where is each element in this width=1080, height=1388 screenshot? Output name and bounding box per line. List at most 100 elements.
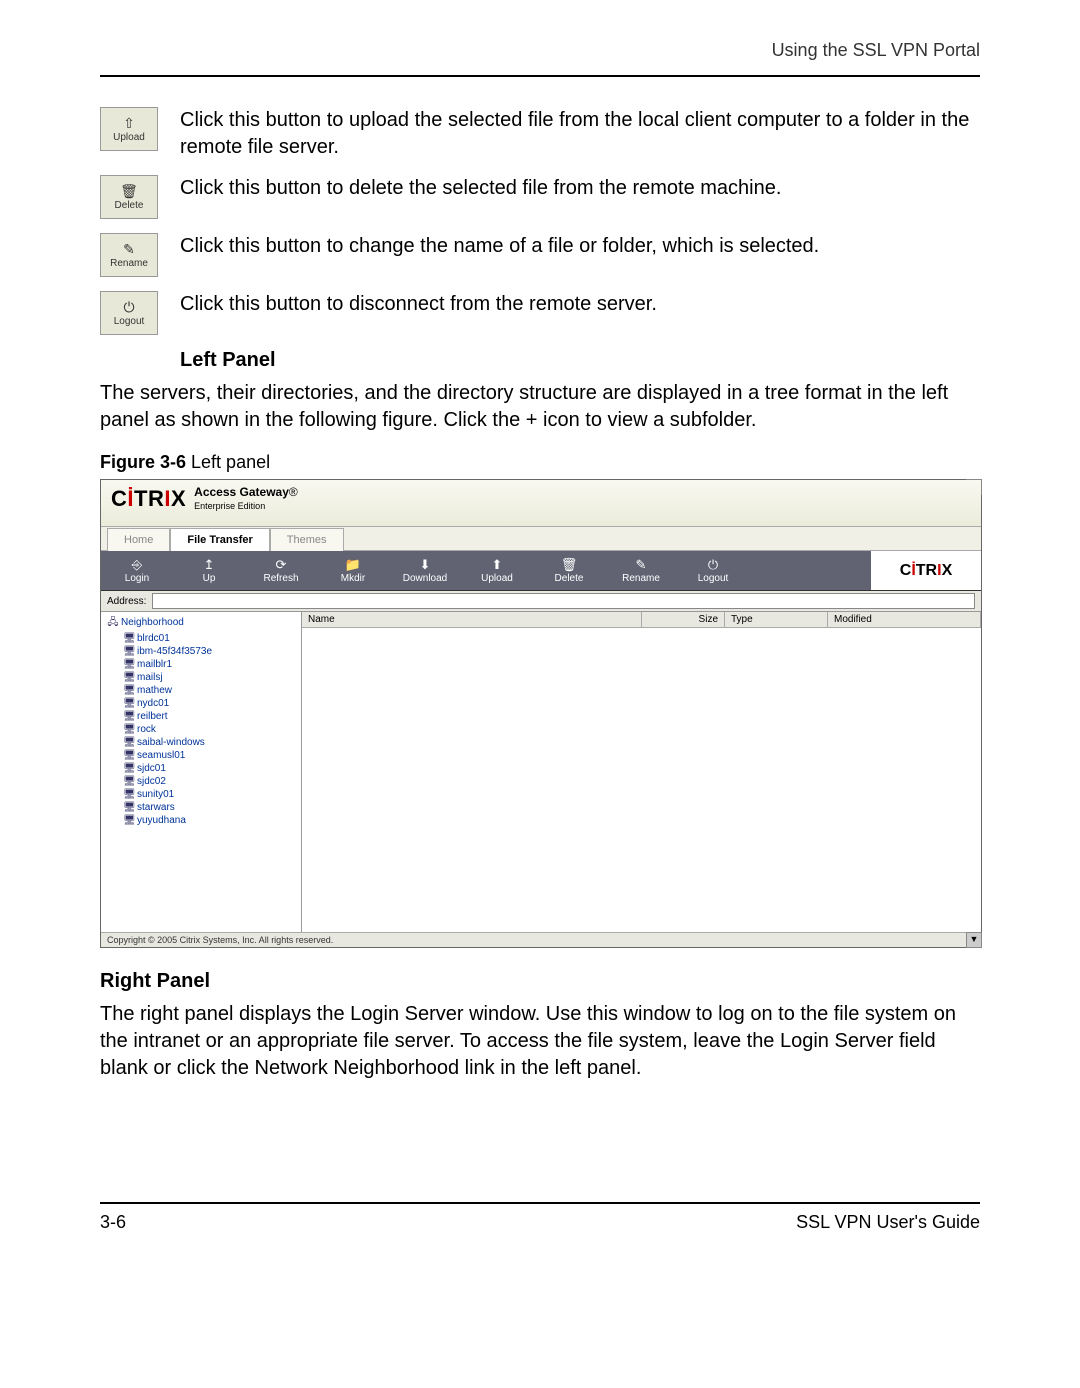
tree-item[interactable]: 🖥starwars bbox=[123, 801, 301, 814]
delete-icon: 🗑 bbox=[120, 184, 138, 198]
tree-item[interactable]: 🖥sjdc02 bbox=[123, 775, 301, 788]
address-input[interactable] bbox=[152, 593, 975, 609]
tree-item[interactable]: 🖥saibal-windows bbox=[123, 736, 301, 749]
scroll-down-icon[interactable]: ▼ bbox=[966, 932, 982, 948]
computer-icon: 🖥 bbox=[123, 659, 135, 670]
tree-item[interactable]: 🖥yuyudhana bbox=[123, 814, 301, 827]
up-button[interactable]: ↥Up bbox=[173, 551, 245, 590]
logout-desc: Click this button to disconnect from the… bbox=[180, 291, 980, 318]
tree-item-label: mathew bbox=[137, 685, 172, 696]
tree-item-label: starwars bbox=[137, 802, 175, 813]
running-head: Using the SSL VPN Portal bbox=[100, 40, 980, 69]
login-button[interactable]: ⎆Login bbox=[101, 551, 173, 590]
col-modified[interactable]: Modified bbox=[828, 612, 981, 627]
tree-item-label: nydc01 bbox=[137, 698, 169, 709]
tree-item[interactable]: 🖥blrdc01 bbox=[123, 632, 301, 645]
computer-icon: 🖥 bbox=[123, 633, 135, 644]
tab-file-transfer[interactable]: File Transfer bbox=[170, 528, 269, 551]
btn-label: Logout bbox=[114, 316, 145, 327]
page-number: 3-6 bbox=[100, 1212, 126, 1233]
address-bar: Address: bbox=[101, 591, 981, 612]
product-line2: Enterprise Edition bbox=[194, 501, 265, 511]
rename-button-icon: ✎ Rename bbox=[100, 233, 158, 277]
computer-icon: 🖥 bbox=[123, 763, 135, 774]
rename-button[interactable]: ✎Rename bbox=[605, 551, 677, 590]
computer-icon: 🖥 bbox=[123, 672, 135, 683]
delete-desc: Click this button to delete the selected… bbox=[180, 175, 980, 202]
tree-item-label: ibm-45f34f3573e bbox=[137, 646, 212, 657]
rule-bottom bbox=[100, 1202, 980, 1204]
download-button[interactable]: ⬇Download bbox=[389, 551, 461, 590]
btn-label: Delete bbox=[115, 200, 144, 211]
tree-item[interactable]: 🖥sunity01 bbox=[123, 788, 301, 801]
delete-icon: 🗑 bbox=[533, 557, 605, 573]
tree-item-label: sjdc01 bbox=[137, 763, 166, 774]
tree-item[interactable]: 🖥sjdc01 bbox=[123, 762, 301, 775]
rename-desc: Click this button to change the name of … bbox=[180, 233, 980, 260]
tree-item-label: blrdc01 bbox=[137, 633, 170, 644]
citrix-logo: CİTRIX bbox=[111, 486, 186, 512]
figure-caption: Figure 3-6 Left panel bbox=[100, 452, 980, 473]
tree-item[interactable]: 🖥mailsj bbox=[123, 671, 301, 684]
tree-item-label: mailsj bbox=[137, 672, 163, 683]
upload-button[interactable]: ⬆Upload bbox=[461, 551, 533, 590]
product-line1: Access Gateway bbox=[194, 485, 289, 499]
tree-item[interactable]: 🖥mathew bbox=[123, 684, 301, 697]
tab-themes[interactable]: Themes bbox=[270, 528, 344, 551]
refresh-icon: ⟳ bbox=[245, 557, 317, 573]
upload-button-icon: ⇧ Upload bbox=[100, 107, 158, 151]
figure-number: Figure 3-6 bbox=[100, 452, 186, 472]
citrix-logo-small: CİTRIX bbox=[900, 562, 952, 580]
upload-icon: ⬆ bbox=[461, 557, 533, 573]
computer-icon: 🖥 bbox=[123, 802, 135, 813]
logout-icon: ⏻ bbox=[123, 300, 134, 314]
list-pane: Name Size Type Modified bbox=[302, 612, 981, 932]
col-size[interactable]: Size bbox=[642, 612, 725, 627]
tree-item-label: yuyudhana bbox=[137, 815, 186, 826]
tree-item[interactable]: 🖥rock bbox=[123, 723, 301, 736]
tree-item-label: rock bbox=[137, 724, 156, 735]
col-name[interactable]: Name bbox=[302, 612, 642, 627]
mkdir-button[interactable]: 📁Mkdir bbox=[317, 551, 389, 590]
computer-icon: 🖥 bbox=[123, 646, 135, 657]
tree-pane: 🖧Neighborhood 🖥blrdc01🖥ibm-45f34f3573e🖥m… bbox=[101, 612, 302, 932]
tree-item-label: seamusl01 bbox=[137, 750, 185, 761]
list-body bbox=[302, 628, 981, 932]
btn-label: Rename bbox=[110, 258, 148, 269]
tree-item[interactable]: 🖥ibm-45f34f3573e bbox=[123, 645, 301, 658]
col-type[interactable]: Type bbox=[725, 612, 828, 627]
computer-icon: 🖥 bbox=[123, 737, 135, 748]
computer-icon: 🖥 bbox=[123, 776, 135, 787]
tab-home[interactable]: Home bbox=[107, 528, 170, 551]
figure-screenshot: ▲ CİTRIX Access Gateway® Enterprise Edit… bbox=[100, 479, 982, 948]
footer-title: SSL VPN User's Guide bbox=[796, 1212, 980, 1233]
btn-label: Upload bbox=[113, 132, 145, 143]
logout-button-icon: ⏻ Logout bbox=[100, 291, 158, 335]
tree-item[interactable]: 🖥seamusl01 bbox=[123, 749, 301, 762]
tree-root-item[interactable]: 🖧Neighborhood 🖥blrdc01🖥ibm-45f34f3573e🖥m… bbox=[107, 614, 301, 828]
toolbar: ⎆Login ↥Up ⟳Refresh 📁Mkdir ⬇Download ⬆Up… bbox=[101, 551, 981, 591]
tree-item[interactable]: 🖥nydc01 bbox=[123, 697, 301, 710]
left-panel-text: The servers, their directories, and the … bbox=[100, 380, 980, 434]
tabs-bar: HomeFile TransferThemes bbox=[101, 527, 981, 551]
tree-item[interactable]: 🖥reilbert bbox=[123, 710, 301, 723]
tree-item[interactable]: 🖥mailblr1 bbox=[123, 658, 301, 671]
tree-item-label: sunity01 bbox=[137, 789, 174, 800]
brand-right: CİTRIX bbox=[871, 551, 981, 590]
login-icon: ⎆ bbox=[101, 557, 173, 573]
refresh-button[interactable]: ⟳Refresh bbox=[245, 551, 317, 590]
computer-icon: 🖥 bbox=[123, 698, 135, 709]
upload-desc: Click this button to upload the selected… bbox=[180, 107, 980, 161]
delete-button-icon: 🗑 Delete bbox=[100, 175, 158, 219]
computer-icon: 🖥 bbox=[123, 789, 135, 800]
rename-icon: ✎ bbox=[123, 242, 135, 256]
app-header: CİTRIX Access Gateway® Enterprise Editio… bbox=[101, 480, 981, 527]
tree-item-label: saibal-windows bbox=[137, 737, 205, 748]
computer-icon: 🖥 bbox=[123, 815, 135, 826]
delete-button[interactable]: 🗑Delete bbox=[533, 551, 605, 590]
network-icon: 🖧 bbox=[107, 615, 119, 632]
column-headers: Name Size Type Modified bbox=[302, 612, 981, 628]
download-icon: ⬇ bbox=[389, 557, 461, 573]
rule-top bbox=[100, 75, 980, 77]
logout-button[interactable]: ⏻Logout bbox=[677, 551, 749, 590]
